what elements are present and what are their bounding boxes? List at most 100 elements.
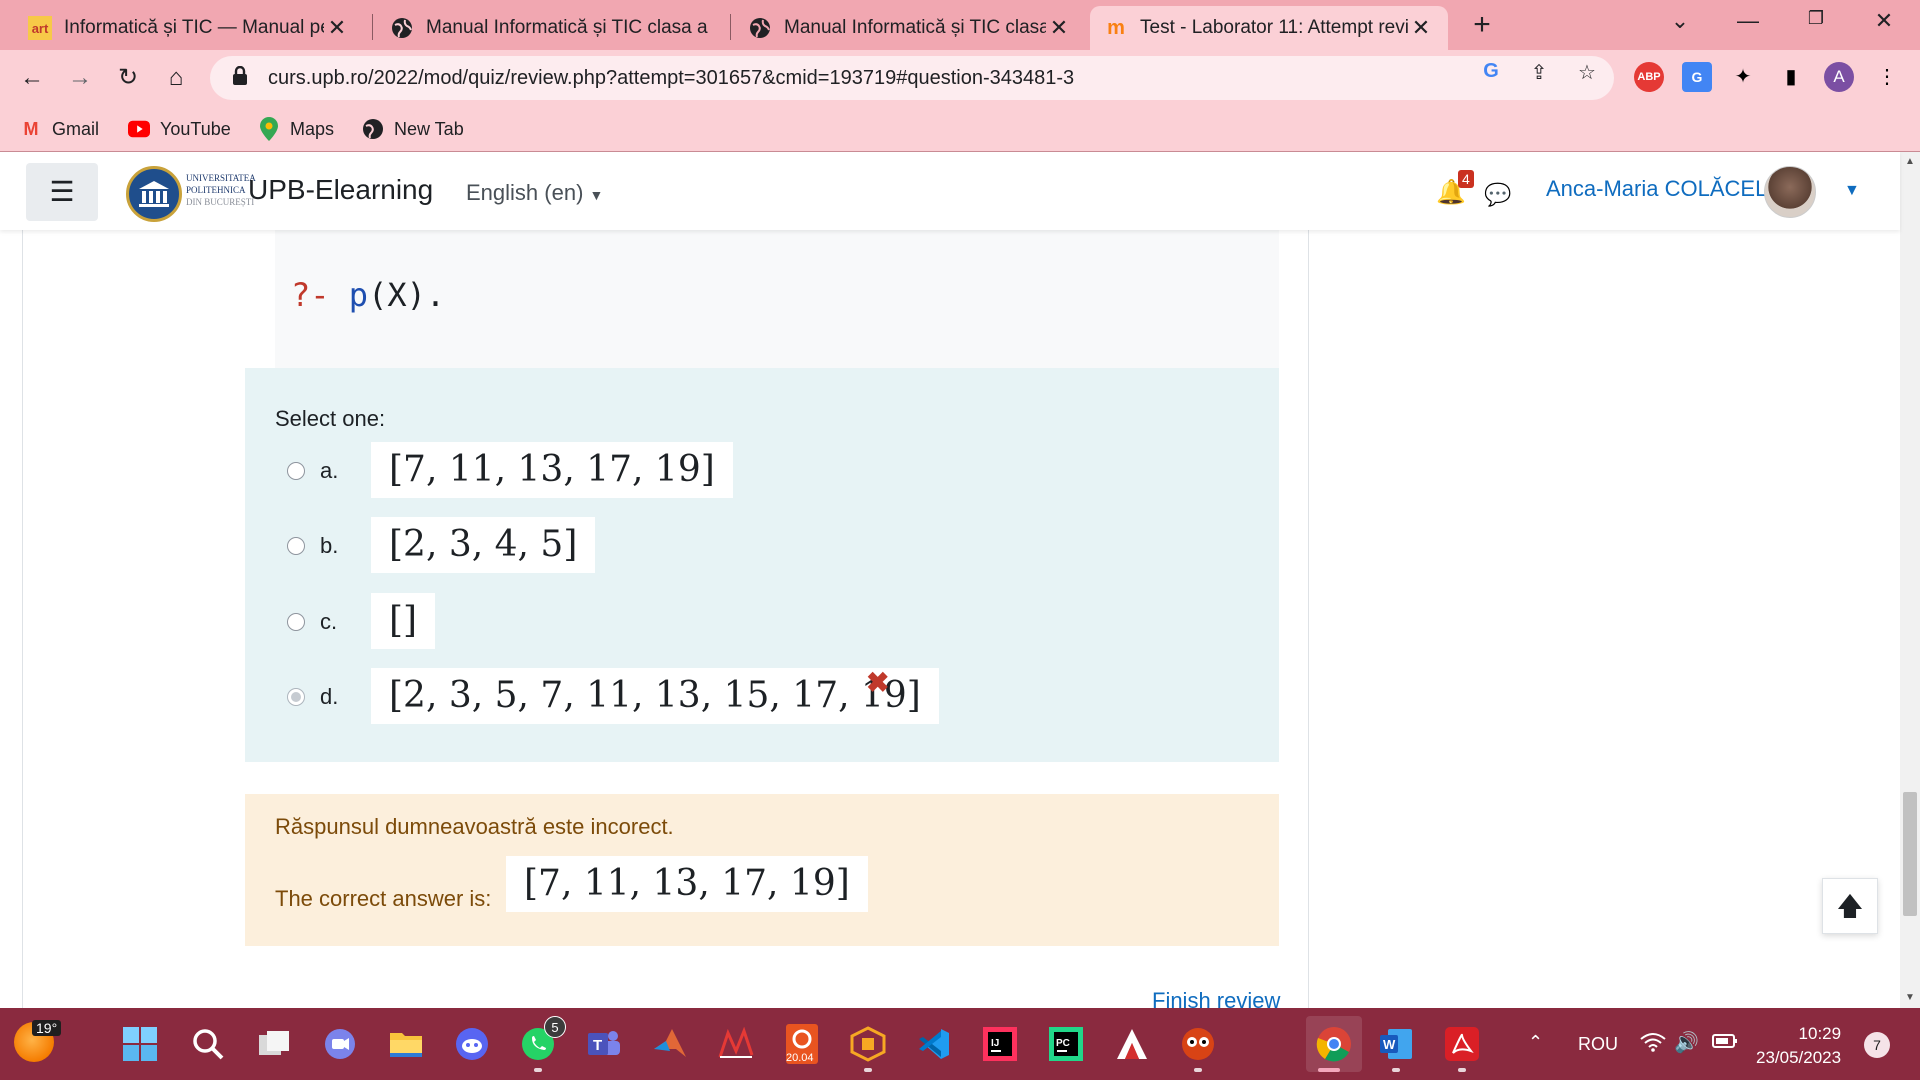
scroll-up-arrow-icon[interactable]: ▲ <box>1900 152 1920 172</box>
notification-center-badge[interactable]: 7 <box>1864 1032 1890 1058</box>
tab-separator <box>730 14 731 40</box>
bookmark-new-tab[interactable]: New Tab <box>362 114 464 144</box>
home-icon[interactable]: ⌂ <box>160 62 192 94</box>
word-icon[interactable]: W <box>1372 1020 1420 1068</box>
bookmark-label: Gmail <box>52 118 100 139</box>
browser-tab-active[interactable]: m Test - Laborator 11: Attempt revie ✕ <box>1090 6 1448 50</box>
minimize-button[interactable]: — <box>1728 8 1768 38</box>
discord-icon[interactable] <box>448 1020 496 1068</box>
gmail-icon: M <box>23 118 39 139</box>
browser-tab-2[interactable]: Manual Informatică și TIC clasa a <box>376 6 728 50</box>
close-icon[interactable]: ✕ <box>324 15 350 41</box>
taskbar-clock[interactable]: 10:29 23/05/2023 <box>1756 1022 1841 1070</box>
graph-app-icon[interactable] <box>712 1020 760 1068</box>
messages-chat-icon[interactable]: 💬 <box>1484 182 1511 208</box>
radio-button[interactable] <box>287 613 305 631</box>
intellij-icon[interactable]: IJ <box>976 1020 1024 1068</box>
matlab-icon[interactable] <box>646 1020 694 1068</box>
finish-review-link[interactable]: Finish review <box>1152 988 1280 1008</box>
scroll-down-arrow-icon[interactable]: ▼ <box>1900 988 1920 1008</box>
pycharm-icon[interactable]: PC <box>1042 1020 1090 1068</box>
user-name[interactable]: Anca-Maria COLĂCEL <box>1546 176 1767 202</box>
url-text[interactable]: curs.upb.ro/2022/mod/quiz/review.php?att… <box>268 67 1074 90</box>
bookmark-gmail[interactable]: M Gmail <box>20 114 100 144</box>
task-view-icon[interactable] <box>250 1020 298 1068</box>
acrobat-icon[interactable] <box>1438 1020 1486 1068</box>
site-name[interactable]: UPB-Elearning <box>248 174 433 206</box>
back-to-top-button[interactable]: 🡅 <box>1822 878 1878 934</box>
radio-button-selected[interactable] <box>287 688 305 706</box>
bookmark-label: YouTube <box>160 118 231 139</box>
profile-avatar[interactable]: A <box>1824 62 1854 92</box>
teams-icon[interactable]: T <box>580 1020 628 1068</box>
vscode-icon[interactable] <box>910 1020 958 1068</box>
input-language[interactable]: ROU <box>1578 1034 1618 1055</box>
tab-title: Test - Laborator 11: Attempt revie <box>1140 17 1408 38</box>
battery-icon[interactable] <box>1712 1032 1738 1055</box>
globe-icon <box>362 118 384 140</box>
game-app-icon[interactable] <box>1174 1020 1222 1068</box>
caret-down-icon[interactable]: ▼ <box>1844 182 1860 200</box>
radio-button[interactable] <box>287 537 305 555</box>
bookmark-label: Maps <box>290 118 335 139</box>
browser-toolbar: ← → ↻ ⌂ curs.upb.ro/2022/mod/quiz/review… <box>0 50 1920 106</box>
virtualbox-icon[interactable] <box>844 1020 892 1068</box>
browser-menu-icon[interactable]: ⋮ <box>1872 62 1902 92</box>
svg-text:IJ: IJ <box>991 1038 999 1049</box>
chrome-icon[interactable] <box>1306 1016 1362 1072</box>
running-indicator <box>864 1068 872 1072</box>
site-navbar: ☰ UNIVERSITATEA POLITEHNICA DIN BUCUREȘT… <box>0 152 1900 230</box>
feedback-message: Răspunsul dumneavoastră este incorect. <box>275 814 674 839</box>
google-icon[interactable]: G <box>1478 60 1504 86</box>
back-button[interactable]: ← <box>16 62 48 94</box>
maps-pin-icon <box>258 117 280 141</box>
forward-button[interactable]: → <box>64 62 96 94</box>
ubuntu-version-label: 20.04 <box>786 1052 814 1064</box>
wifi-icon[interactable] <box>1640 1032 1666 1057</box>
restore-button[interactable]: ❐ <box>1796 8 1836 38</box>
adblock-icon[interactable]: ABP <box>1634 62 1664 92</box>
option-letter: a. <box>320 458 339 483</box>
google-translate-icon[interactable]: G <box>1682 62 1712 92</box>
bookmark-star-icon[interactable]: ☆ <box>1574 60 1600 86</box>
tab-title: Informatică și TIC — Manual pen <box>64 17 324 38</box>
reload-button[interactable]: ↻ <box>112 62 144 94</box>
close-icon[interactable]: ✕ <box>1046 15 1072 41</box>
browser-tab-3[interactable]: Manual Informatică și TIC clasa a ✕ <box>734 6 1086 50</box>
option-letter: d. <box>320 684 339 709</box>
volume-icon[interactable]: 🔊 <box>1674 1030 1699 1055</box>
new-tab-button[interactable]: + <box>1466 10 1498 42</box>
window-close-button[interactable]: ✕ <box>1864 8 1904 38</box>
radio-button[interactable] <box>287 462 305 480</box>
option-letter: c. <box>320 609 338 634</box>
hamburger-menu-icon[interactable]: ☰ <box>26 163 98 221</box>
side-panel-icon[interactable]: ▮ <box>1776 62 1806 92</box>
option-letter: b. <box>320 533 339 558</box>
bookmark-maps[interactable]: Maps <box>258 114 334 144</box>
teams-chat-icon[interactable] <box>316 1020 364 1068</box>
bookmark-youtube[interactable]: YouTube <box>128 114 231 144</box>
share-icon[interactable]: ⇪ <box>1526 60 1552 86</box>
page-scrollbar[interactable]: ▲ ▼ <box>1900 152 1920 1008</box>
whatsapp-badge: 5 <box>544 1016 566 1038</box>
clock-time: 10:29 <box>1798 1024 1842 1043</box>
extensions-puzzle-icon[interactable]: ✦ <box>1728 62 1758 92</box>
file-explorer-icon[interactable] <box>382 1020 430 1068</box>
tab-search-icon[interactable]: ⌄ <box>1660 8 1700 38</box>
tab-title: Manual Informatică și TIC clasa a <box>426 17 708 38</box>
university-logo[interactable] <box>126 166 182 222</box>
tray-overflow-chevron-icon[interactable]: ⌃ <box>1528 1032 1543 1053</box>
youtube-icon <box>128 118 150 140</box>
windows-taskbar: 19° 5 T 20.04 IJ PC W ⌃ ROU 🔊 10:29 23/0… <box>0 1008 1920 1080</box>
user-avatar[interactable] <box>1764 166 1816 218</box>
vpn-app-icon[interactable] <box>1108 1020 1156 1068</box>
search-icon[interactable] <box>184 1020 232 1068</box>
close-icon[interactable]: ✕ <box>1408 15 1434 41</box>
scrollbar-thumb[interactable] <box>1903 792 1917 916</box>
address-bar[interactable]: curs.upb.ro/2022/mod/quiz/review.php?att… <box>210 56 1614 100</box>
browser-tab-1[interactable]: art Informatică și TIC — Manual pen ✕ <box>14 6 364 50</box>
bookmarks-bar: M Gmail YouTube Maps New Tab <box>0 106 1920 152</box>
windows-start-icon[interactable] <box>116 1020 164 1068</box>
language-selector[interactable]: English (en) ▼ <box>466 180 603 206</box>
option-value: [7, 11, 13, 17, 19] <box>371 442 733 498</box>
